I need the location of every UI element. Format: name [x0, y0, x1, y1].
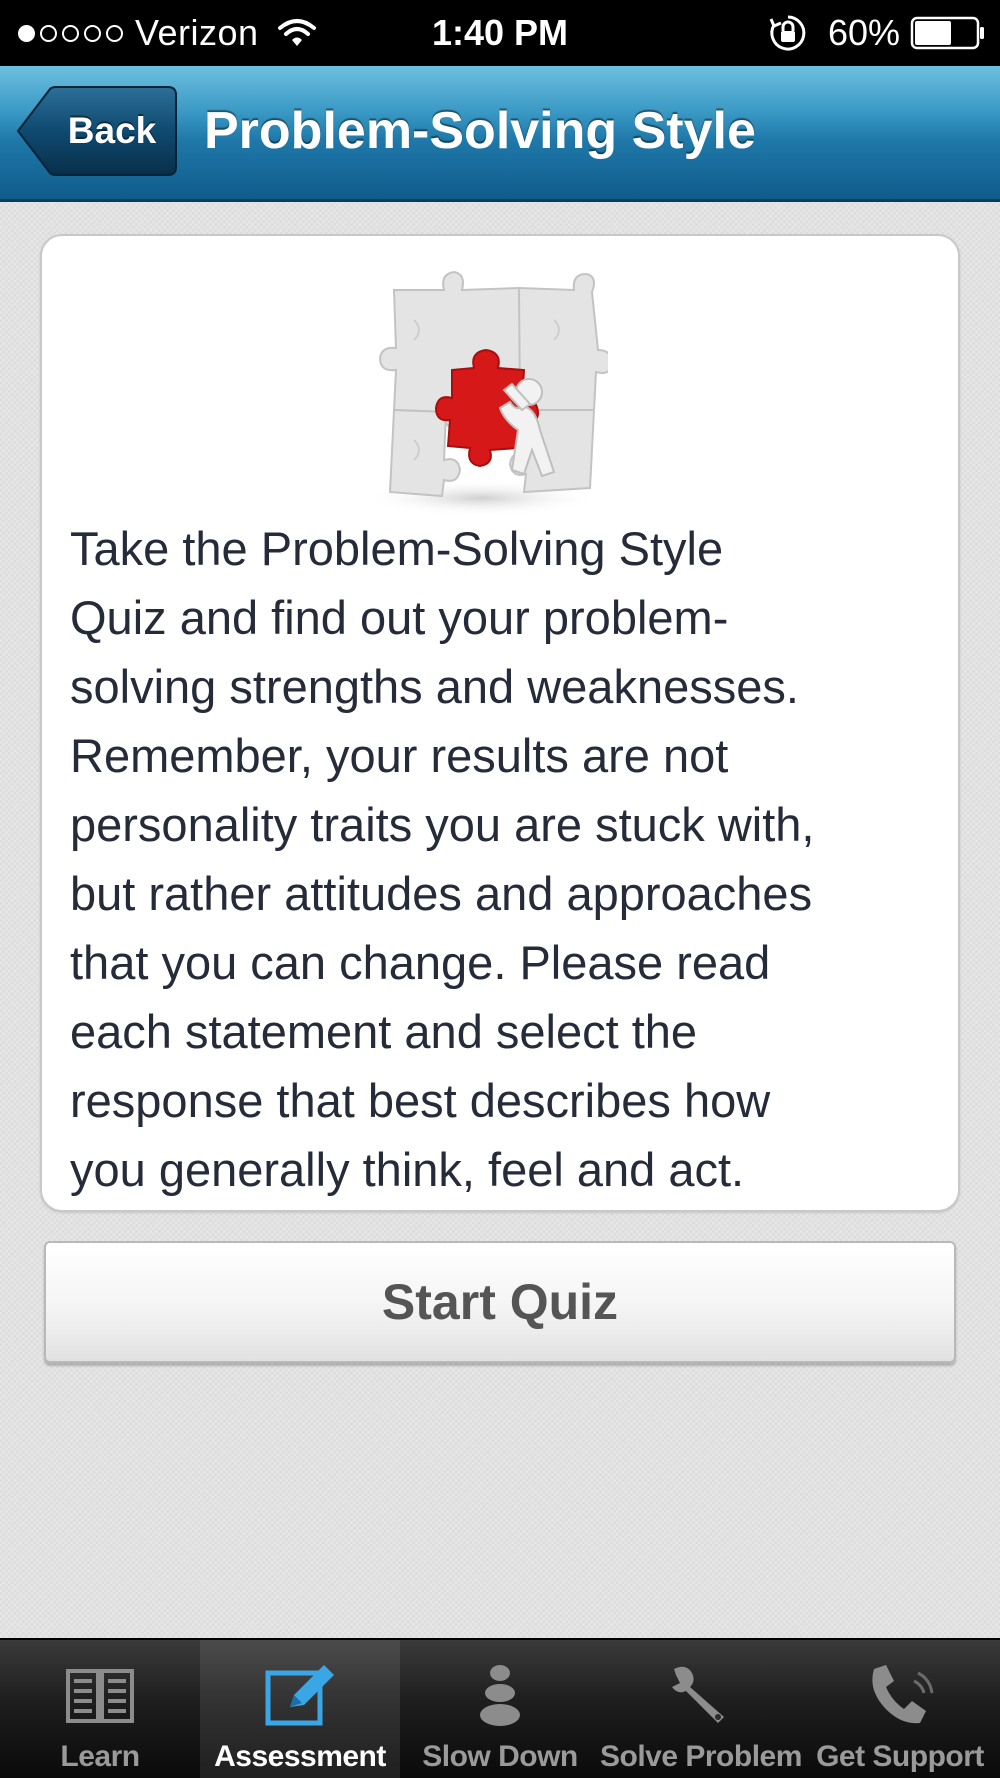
intro-line: Remember, your results are not [70, 729, 729, 782]
tab-label: Solve Problem [600, 1740, 802, 1773]
navigation-bar: Back Problem-Solving Style [0, 66, 1000, 202]
intro-text: Take the Problem-Solving Style Quiz and … [70, 514, 950, 1204]
battery-percent: 60% [827, 12, 900, 53]
tab-label: Slow Down [422, 1740, 578, 1773]
intro-line: you generally think, feel and act. [70, 1143, 745, 1196]
tab-solve-problem[interactable]: Solve Problem [600, 1640, 802, 1778]
start-quiz-button[interactable]: Start Quiz [44, 1241, 956, 1363]
phone-icon [860, 1660, 940, 1730]
tab-learn[interactable]: Learn [0, 1640, 200, 1778]
status-bar: Verizon 1:40 PM 60% [0, 0, 1000, 66]
page-title: Problem-Solving Style [204, 102, 756, 160]
back-button[interactable]: Back [16, 86, 178, 176]
tab-slow-down[interactable]: Slow Down [400, 1640, 600, 1778]
puzzle-figure-image [361, 270, 608, 516]
tab-label: Get Support [816, 1740, 984, 1773]
intro-line: solving strengths and weaknesses. [70, 660, 799, 713]
tab-label: Learn [60, 1740, 140, 1773]
stones-icon [460, 1660, 540, 1730]
wrench-icon [660, 1660, 740, 1730]
orientation-lock-icon [769, 15, 806, 51]
intro-line: response that best describes how [70, 1074, 771, 1127]
intro-card: Take the Problem-Solving Style Quiz and … [40, 234, 960, 1212]
tab-label: Assessment [214, 1740, 386, 1773]
tab-bar: Learn Assessment Slow Down Solve Problem… [0, 1638, 1000, 1778]
intro-line: but rather attitudes and approaches [70, 867, 813, 920]
intro-line: Take the Problem-Solving Style [70, 522, 724, 575]
back-button-label: Back [67, 110, 157, 151]
start-quiz-label: Start Quiz [381, 1274, 619, 1330]
edit-icon [260, 1660, 340, 1730]
book-icon [60, 1660, 140, 1730]
tab-get-support[interactable]: Get Support [800, 1640, 1000, 1778]
battery-icon [910, 16, 984, 50]
tab-assessment[interactable]: Assessment [200, 1640, 400, 1778]
intro-line: personality traits you are stuck with, [70, 798, 815, 851]
intro-line: that you can change. Please read [70, 936, 771, 989]
intro-line: each statement and select the [70, 1005, 698, 1058]
intro-line: Quiz and find out your problem- [70, 591, 729, 644]
status-right: 60% [768, 12, 986, 54]
